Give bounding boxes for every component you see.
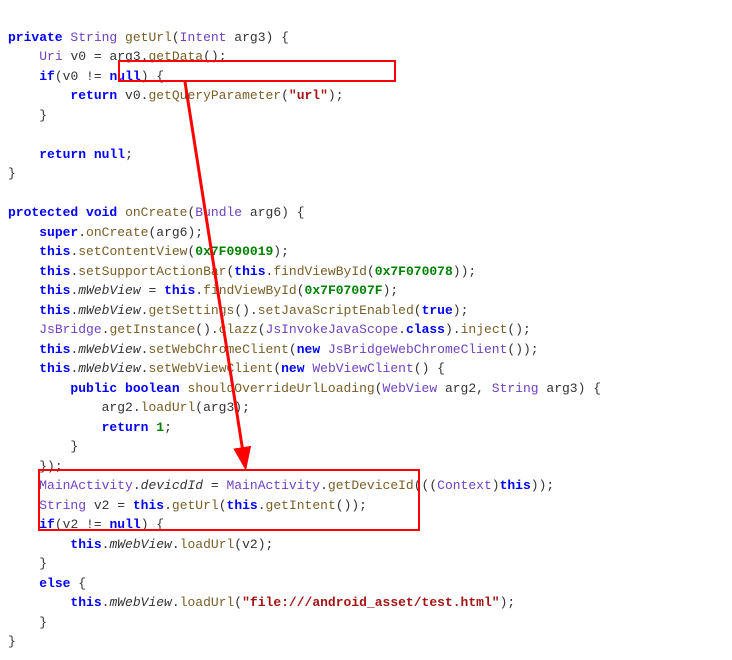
line: if(v2 != null) { [8, 517, 164, 532]
line [8, 127, 16, 142]
line: } [8, 556, 47, 571]
line: JsBridge.getInstance().clazz(JsInvokeJav… [8, 322, 531, 337]
line: } [8, 108, 47, 123]
line: this.setContentView(0x7F090019); [8, 244, 289, 259]
line: } [8, 166, 16, 181]
line: if(v0 != null) { [8, 69, 164, 84]
line: return null; [8, 147, 133, 162]
line: return 1; [8, 420, 172, 435]
line: this.setSupportActionBar(this.findViewBy… [8, 264, 476, 279]
line: this.mWebView.loadUrl("file:///android_a… [8, 595, 515, 610]
line: return v0.getQueryParameter("url"); [8, 88, 344, 103]
line: this.mWebView = this.findViewById(0x7F07… [8, 283, 398, 298]
line: Uri v0 = arg3.getData(); [8, 49, 227, 64]
line: MainActivity.devicdId = MainActivity.get… [8, 478, 554, 493]
line: this.mWebView.loadUrl(v2); [8, 537, 273, 552]
line: String v2 = this.getUrl(this.getIntent()… [8, 498, 367, 513]
line: protected void onCreate(Bundle arg6) { [8, 205, 305, 220]
line: } [8, 634, 16, 649]
line [8, 186, 16, 201]
line: }); [8, 459, 63, 474]
code-block: private String getUrl(Intent arg3) { Uri… [8, 8, 724, 652]
line: arg2.loadUrl(arg3); [8, 400, 250, 415]
line: this.mWebView.setWebChromeClient(new JsB… [8, 342, 539, 357]
line: private String getUrl(Intent arg3) { [8, 30, 289, 45]
line: public boolean shouldOverrideUrlLoading(… [8, 381, 601, 396]
line: } [8, 439, 78, 454]
line: } [8, 615, 47, 630]
line: this.mWebView.getSettings().setJavaScrip… [8, 303, 468, 318]
line: this.mWebView.setWebViewClient(new WebVi… [8, 361, 445, 376]
line: super.onCreate(arg6); [8, 225, 203, 240]
line: else { [8, 576, 86, 591]
